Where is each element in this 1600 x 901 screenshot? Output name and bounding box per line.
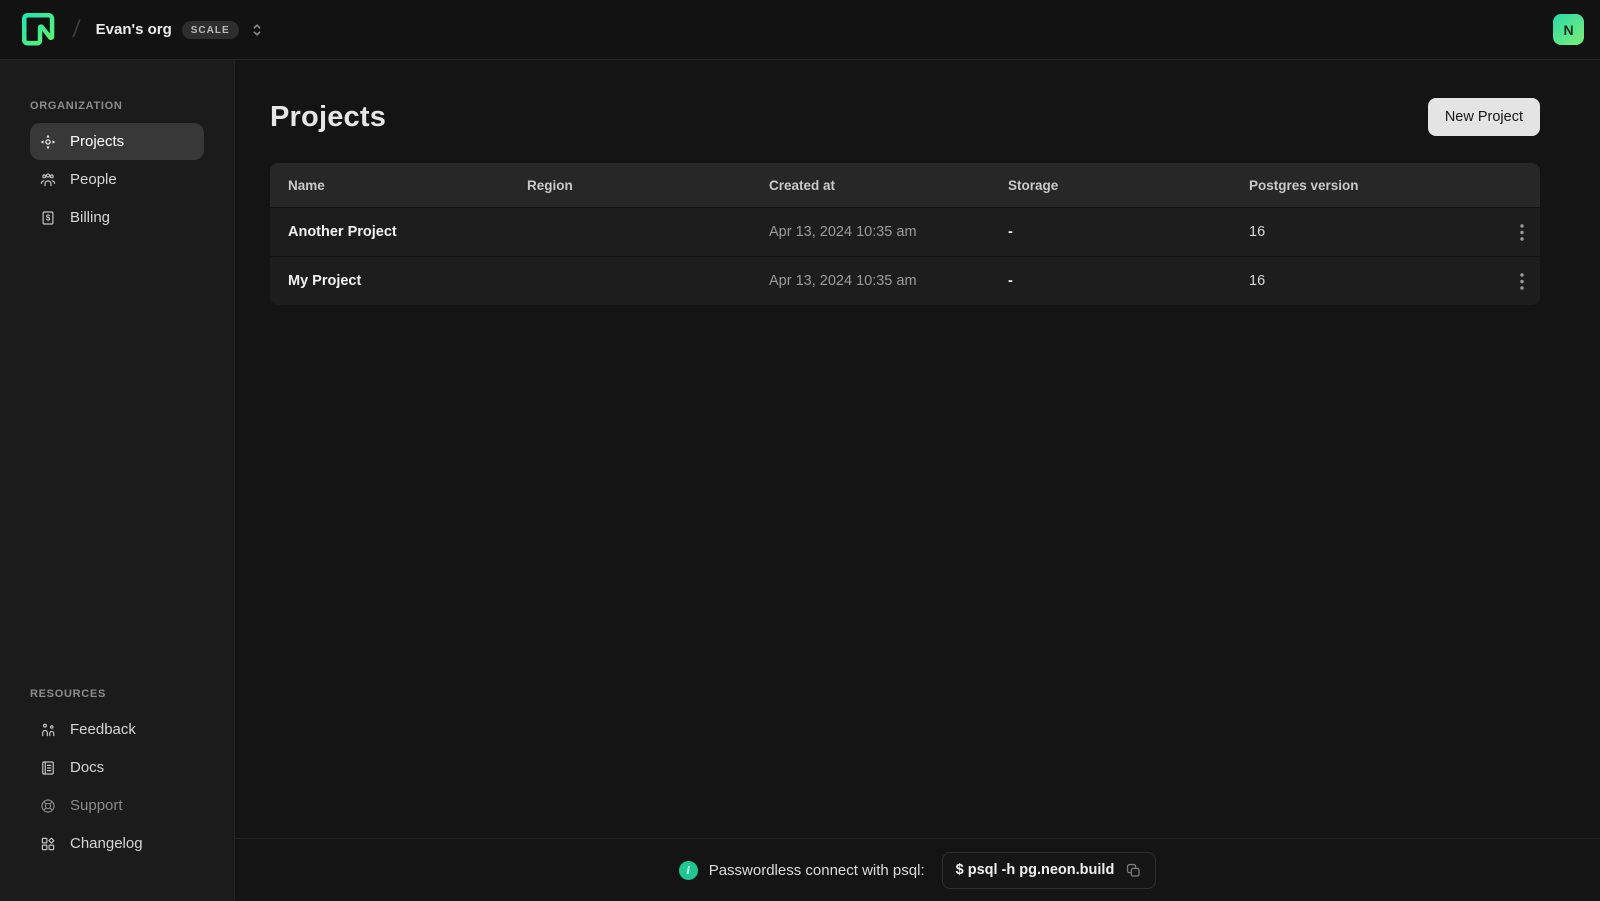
section-title-resources: RESOURCES [0,688,234,711]
org-name: Evan's org [96,21,172,38]
column-header-name: Name [288,178,527,193]
svg-text:$: $ [46,213,51,222]
column-header-created-at: Created at [769,178,1008,193]
org-switcher[interactable]: Evan's org SCALE [96,21,264,39]
neon-logo-icon [22,13,55,46]
sidebar-item-docs[interactable]: Docs [30,749,204,786]
new-project-button[interactable]: New Project [1428,98,1540,136]
billing-icon: $ [39,209,57,227]
feedback-icon [39,721,57,739]
table-header-row: Name Region Created at Storage Postgres … [270,163,1540,207]
kebab-menu-icon [1520,224,1524,241]
neon-logo[interactable] [22,13,55,46]
cell-created-at: Apr 13, 2024 10:35 am [769,224,1008,240]
projects-icon [39,133,57,151]
row-actions-button[interactable] [1494,257,1540,305]
projects-table: Name Region Created at Storage Postgres … [270,163,1540,305]
info-icon: i [679,861,698,880]
sidebar-item-label: Billing [70,209,110,226]
sidebar-item-people[interactable]: People [30,161,204,198]
breadcrumb-separator: / [72,16,82,44]
section-title-organization: ORGANIZATION [0,100,234,123]
docs-icon [39,759,57,777]
cell-storage: - [1008,224,1249,240]
sidebar-item-label: Docs [70,759,104,776]
cell-name: My Project [288,273,527,289]
psql-hint-text: Passwordless connect with psql: [709,862,925,879]
sidebar-item-label: Feedback [70,721,136,738]
changelog-icon [39,835,57,853]
main-content: Projects New Project Name Region Created… [235,60,1600,838]
sidebar-item-feedback[interactable]: Feedback [30,711,204,748]
user-avatar-button[interactable]: N [1553,14,1584,45]
sidebar-item-label: Changelog [70,835,143,852]
sidebar-item-support[interactable]: Support [30,787,204,824]
sidebar-item-billing[interactable]: $ Billing [30,199,204,236]
cell-name: Another Project [288,224,527,240]
cell-created-at: Apr 13, 2024 10:35 am [769,273,1008,289]
people-icon [39,171,57,189]
page-title: Projects [270,101,386,134]
psql-command-box[interactable]: $ psql -h pg.neon.build [942,852,1157,889]
plan-badge: SCALE [182,21,239,39]
row-actions-button[interactable] [1494,208,1540,256]
table-row[interactable]: My Project Apr 13, 2024 10:35 am - 16 [270,256,1540,305]
table-row[interactable]: Another Project Apr 13, 2024 10:35 am - … [270,207,1540,256]
cell-storage: - [1008,273,1249,289]
chevron-up-down-icon [250,22,264,38]
avatar-initial: N [1563,22,1573,38]
cell-postgres-version: 16 [1249,224,1494,240]
sidebar-item-label: Projects [70,133,124,150]
kebab-menu-icon [1520,273,1524,290]
sidebar-item-label: People [70,171,117,188]
cell-postgres-version: 16 [1249,273,1494,289]
psql-command: $ psql -h pg.neon.build [956,862,1115,878]
sidebar-item-projects[interactable]: Projects [30,123,204,160]
sidebar: ORGANIZATION Projects [0,60,235,901]
footer: i Passwordless connect with psql: $ psql… [235,838,1600,901]
sidebar-section-resources: RESOURCES Feedback [0,688,234,863]
topbar: / Evan's org SCALE N [0,0,1600,60]
column-header-postgres-version: Postgres version [1249,178,1494,193]
copy-icon[interactable] [1125,862,1142,879]
sidebar-item-changelog[interactable]: Changelog [30,825,204,862]
sidebar-item-label: Support [70,797,123,814]
column-header-region: Region [527,178,769,193]
support-icon [39,797,57,815]
info-icon-glyph: i [687,863,690,878]
sidebar-section-organization: ORGANIZATION Projects [0,100,234,237]
column-header-storage: Storage [1008,178,1249,193]
